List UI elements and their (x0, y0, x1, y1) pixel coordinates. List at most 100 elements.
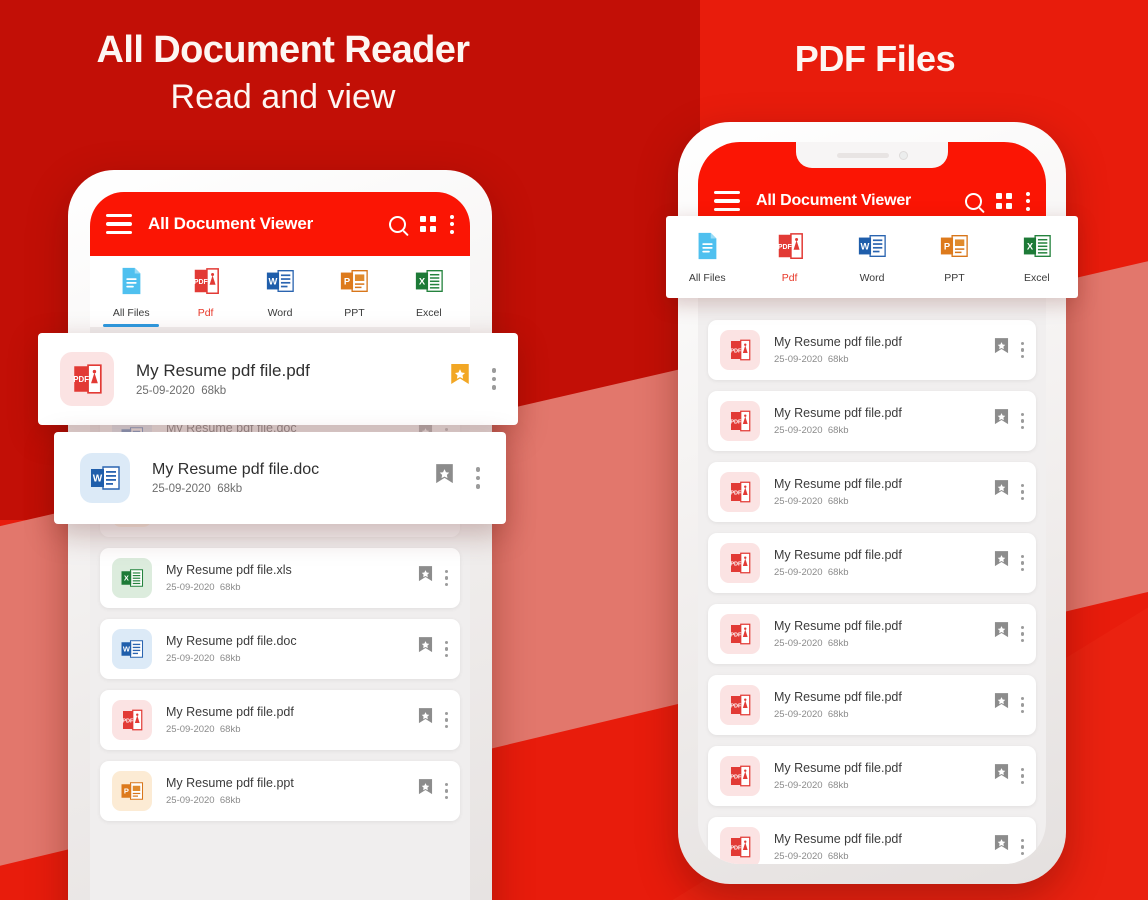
table-row[interactable]: PDF My Resume pdf file.pdf 25-09-2020 68k… (708, 391, 1036, 451)
row-meta: My Resume pdf file.pdf 25-09-2020 68kb (774, 477, 994, 507)
floating-card-doc-meta: My Resume pdf file.doc 25-09-2020 68kb (152, 461, 435, 495)
file-date: 25-09-2020 (166, 723, 215, 735)
more-vertical-icon[interactable] (1020, 696, 1024, 714)
more-vertical-icon[interactable] (444, 640, 448, 658)
table-row[interactable]: P My Resume pdf file.ppt 25-09-2020 68kb (100, 761, 460, 821)
table-row[interactable]: PDF My Resume pdf file.pdf 25-09-2020 68k… (708, 604, 1036, 664)
floating-card-pdf[interactable]: PDF My Resume pdf file.pdf 25-09-2020 68… (38, 333, 518, 425)
more-vertical-icon[interactable] (1020, 554, 1024, 572)
floating-card-doc[interactable]: W My Resume pdf file.doc 25-09-2020 68kb (54, 432, 506, 524)
tab-pdf[interactable]: PDF Pdf (748, 231, 830, 284)
file-date: 25-09-2020 (166, 652, 215, 664)
grid-view-icon[interactable] (420, 216, 436, 232)
more-vertical-icon[interactable] (1020, 412, 1024, 430)
row-meta: My Resume pdf file.doc 25-09-2020 68kb (166, 634, 418, 664)
table-row[interactable]: PDF My Resume pdf file.pdf 25-09-2020 68k… (708, 746, 1036, 806)
file-date: 25-09-2020 (774, 566, 823, 578)
pdf-file-thumbnail: PDF (720, 330, 760, 370)
floating-card-pdf-name: My Resume pdf file.pdf (136, 361, 310, 380)
svg-text:P: P (944, 241, 950, 251)
table-row[interactable]: PDF My Resume pdf file.pdf 25-09-2020 68k… (708, 533, 1036, 593)
file-name: My Resume pdf file.pdf (774, 477, 902, 492)
pdf-file-thumbnail: PDF (720, 614, 760, 654)
favorite-badge-icon[interactable] (994, 835, 1009, 859)
favorite-badge-icon[interactable] (450, 364, 470, 394)
more-vertical-icon[interactable] (1020, 767, 1024, 785)
hamburger-icon[interactable] (106, 213, 132, 235)
file-sub: 25-09-2020 68kb (774, 425, 994, 436)
file-size: 68kb (219, 723, 241, 735)
right-heading: PDF Files (794, 38, 956, 79)
more-vertical-icon[interactable] (1020, 341, 1024, 359)
search-icon[interactable] (965, 192, 982, 210)
favorite-badge-icon[interactable] (418, 566, 433, 590)
tab-ppt[interactable]: P PPT (317, 266, 391, 327)
file-date: 25-09-2020 (774, 637, 823, 649)
ppt-icon: P (939, 231, 969, 261)
tab-ppt[interactable]: P PPT (913, 231, 995, 284)
table-row[interactable]: PDF My Resume pdf file.pdf 25-09-2020 68k… (708, 675, 1036, 735)
svg-text:W: W (269, 276, 278, 286)
left-appbar-actions (389, 214, 454, 234)
more-vertical-icon[interactable] (1026, 191, 1030, 211)
tab-word[interactable]: W Word (831, 231, 913, 284)
doc-file-thumbnail: W (112, 629, 152, 669)
svg-text:PDF: PDF (730, 419, 742, 425)
favorite-badge-icon[interactable] (994, 551, 1009, 575)
hamburger-icon[interactable] (714, 190, 740, 212)
file-sub: 25-09-2020 68kb (774, 638, 994, 649)
more-vertical-icon[interactable] (444, 782, 448, 800)
row-meta: My Resume pdf file.pdf 25-09-2020 68kb (774, 690, 994, 720)
file-name: My Resume pdf file.ppt (166, 776, 294, 791)
favorite-badge-icon[interactable] (418, 779, 433, 803)
table-row[interactable]: X My Resume pdf file.xls 25-09-2020 68kb (100, 548, 460, 608)
file-size: 68kb (219, 581, 241, 593)
tab-excel[interactable]: X Excel (392, 266, 466, 327)
favorite-badge-icon[interactable] (418, 708, 433, 732)
favorite-badge-icon[interactable] (994, 764, 1009, 788)
table-row[interactable]: PDF My Resume pdf file.pdf 25-09-2020 68k… (708, 320, 1036, 380)
row-meta: My Resume pdf file.pdf 25-09-2020 68kb (774, 832, 994, 862)
table-row[interactable]: PDF My Resume pdf file.pdf 25-09-2020 68k… (100, 690, 460, 750)
tab-excel[interactable]: X Excel (996, 231, 1078, 284)
svg-text:PDF: PDF (730, 348, 742, 354)
more-vertical-icon[interactable] (1020, 483, 1024, 501)
more-vertical-icon[interactable] (450, 214, 454, 234)
more-vertical-icon[interactable] (444, 569, 448, 587)
table-row[interactable]: PDF My Resume pdf file.pdf 25-09-2020 68k… (708, 462, 1036, 522)
more-vertical-icon[interactable] (444, 711, 448, 729)
table-row[interactable]: W My Resume pdf file.doc 25-09-2020 68kb (100, 619, 460, 679)
search-icon[interactable] (389, 215, 406, 233)
favorite-badge-icon[interactable] (435, 463, 454, 493)
favorite-badge-icon[interactable] (418, 637, 433, 661)
pdf-icon: PDF (775, 231, 805, 261)
file-sub: 25-09-2020 68kb (774, 709, 994, 720)
favorite-badge-icon[interactable] (994, 622, 1009, 646)
tab-pdf[interactable]: PDF Pdf (168, 266, 242, 327)
pdf-file-thumbnail: PDF (112, 700, 152, 740)
favorite-badge-icon[interactable] (994, 409, 1009, 433)
more-vertical-icon[interactable] (1020, 625, 1024, 643)
file-sub: 25-09-2020 68kb (774, 354, 994, 365)
right-floating-tabbar: All Files PDF Pdf W Word P PPT X Excel (666, 216, 1078, 298)
pdf-file-thumbnail: PDF (720, 401, 760, 441)
more-vertical-icon[interactable] (491, 368, 496, 390)
favorite-badge-icon[interactable] (994, 338, 1009, 362)
table-row[interactable]: PDF My Resume pdf file.pdf 25-09-2020 68k… (708, 817, 1036, 864)
favorite-badge-icon[interactable] (994, 693, 1009, 717)
tab-all-files[interactable]: All Files (666, 231, 748, 284)
tab-word[interactable]: W Word (243, 266, 317, 327)
grid-view-icon[interactable] (996, 193, 1012, 209)
favorite-badge-icon[interactable] (994, 480, 1009, 504)
front-camera-icon (898, 150, 908, 160)
file-sub: 25-09-2020 68kb (166, 582, 418, 593)
file-name: My Resume pdf file.pdf (774, 690, 902, 705)
more-vertical-icon[interactable] (1020, 838, 1024, 856)
row-meta: My Resume pdf file.pdf 25-09-2020 68kb (774, 335, 994, 365)
tab-label: Pdf (197, 307, 214, 319)
tab-all-files[interactable]: All Files (94, 266, 168, 327)
file-size: 68kb (827, 779, 849, 791)
more-vertical-icon[interactable] (475, 467, 480, 489)
phone-notch (796, 142, 948, 168)
file-size: 68kb (827, 637, 849, 649)
